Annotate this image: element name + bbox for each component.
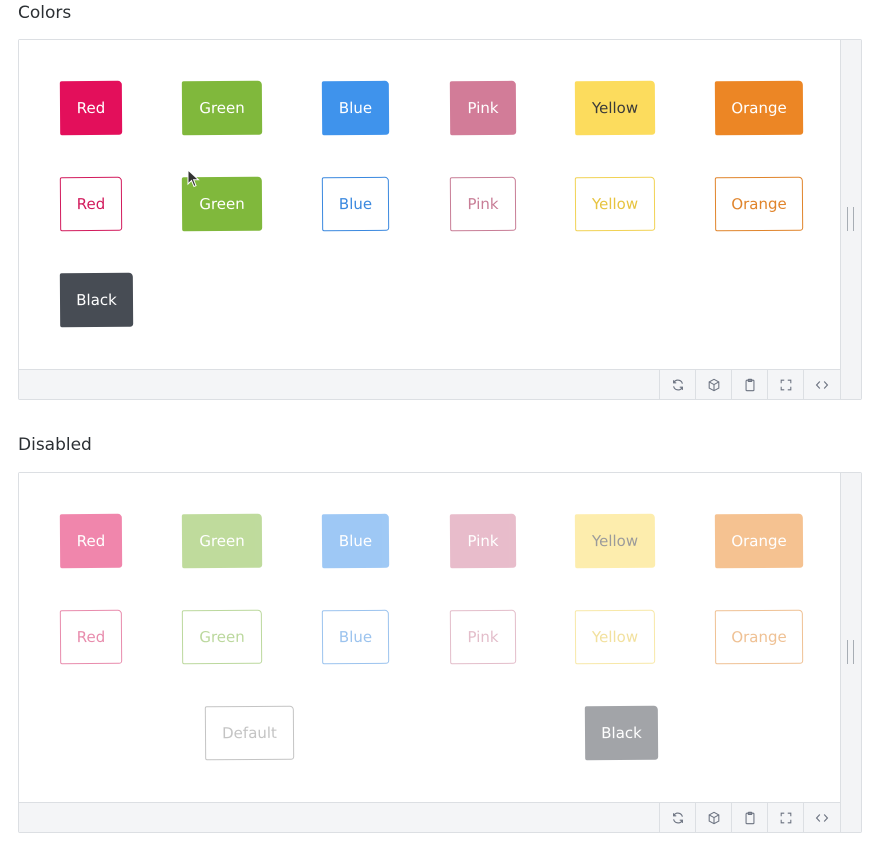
- pink-outline-button-disabled: Pink: [449, 609, 517, 665]
- orange-outline-button[interactable]: Orange: [714, 176, 804, 232]
- code-icon[interactable]: [803, 370, 839, 399]
- yellow-outline-button[interactable]: Yellow: [574, 176, 656, 232]
- yellow-button[interactable]: Yellow: [574, 80, 656, 136]
- code-icon[interactable]: [803, 803, 839, 832]
- red-button-disabled: Red: [59, 513, 123, 569]
- orange-outline-button-disabled: Orange: [714, 609, 804, 665]
- default-button-disabled: Default: [204, 705, 295, 761]
- blue-button-disabled: Blue: [321, 513, 390, 569]
- yellow-outline-button-disabled: Yellow: [574, 609, 656, 665]
- yellow-button-disabled: Yellow: [574, 513, 656, 569]
- resize-handle[interactable]: [840, 40, 861, 399]
- black-button[interactable]: Black: [59, 272, 134, 328]
- black-button-disabled: Black: [584, 705, 659, 761]
- red-outline-button-disabled: Red: [59, 609, 123, 665]
- green-outline-button-disabled: Green: [181, 609, 263, 665]
- orange-button[interactable]: Orange: [714, 80, 804, 136]
- demo-toolbar: [19, 369, 840, 399]
- clipboard-icon[interactable]: [731, 370, 767, 399]
- pink-outline-button[interactable]: Pink: [449, 176, 517, 232]
- refresh-icon[interactable]: [659, 370, 695, 399]
- section-title-disabled: Disabled: [18, 435, 92, 455]
- clipboard-icon[interactable]: [731, 803, 767, 832]
- green-button-disabled: Green: [181, 513, 263, 569]
- pink-button-disabled: Pink: [449, 513, 517, 569]
- red-button[interactable]: Red: [59, 80, 123, 136]
- demo-toolbar: [19, 802, 840, 832]
- fullscreen-icon[interactable]: [767, 803, 803, 832]
- section-title-colors: Colors: [18, 3, 72, 23]
- orange-button-disabled: Orange: [714, 513, 804, 569]
- blue-outline-button-disabled: Blue: [321, 609, 390, 665]
- green-button[interactable]: Green: [181, 80, 263, 136]
- blue-button[interactable]: Blue: [321, 80, 390, 136]
- resize-handle[interactable]: [840, 473, 861, 832]
- pink-button[interactable]: Pink: [449, 80, 517, 136]
- grip-icon: [847, 207, 854, 231]
- colors-preview-canvas: Red Green Blue Pink Yellow Orange Red Gr…: [19, 40, 840, 369]
- disabled-preview-canvas: Red Green Blue Pink Yellow Orange Red Gr…: [19, 473, 840, 802]
- cube-icon[interactable]: [695, 370, 731, 399]
- disabled-demo-panel: Red Green Blue Pink Yellow Orange Red Gr…: [18, 472, 862, 833]
- fullscreen-icon[interactable]: [767, 370, 803, 399]
- blue-outline-button[interactable]: Blue: [321, 176, 390, 232]
- red-outline-button[interactable]: Red: [59, 176, 123, 232]
- green-button-hover[interactable]: Green: [181, 176, 263, 232]
- grip-icon: [847, 640, 854, 664]
- refresh-icon[interactable]: [659, 803, 695, 832]
- cube-icon[interactable]: [695, 803, 731, 832]
- colors-demo-panel: Red Green Blue Pink Yellow Orange Red Gr…: [18, 39, 862, 400]
